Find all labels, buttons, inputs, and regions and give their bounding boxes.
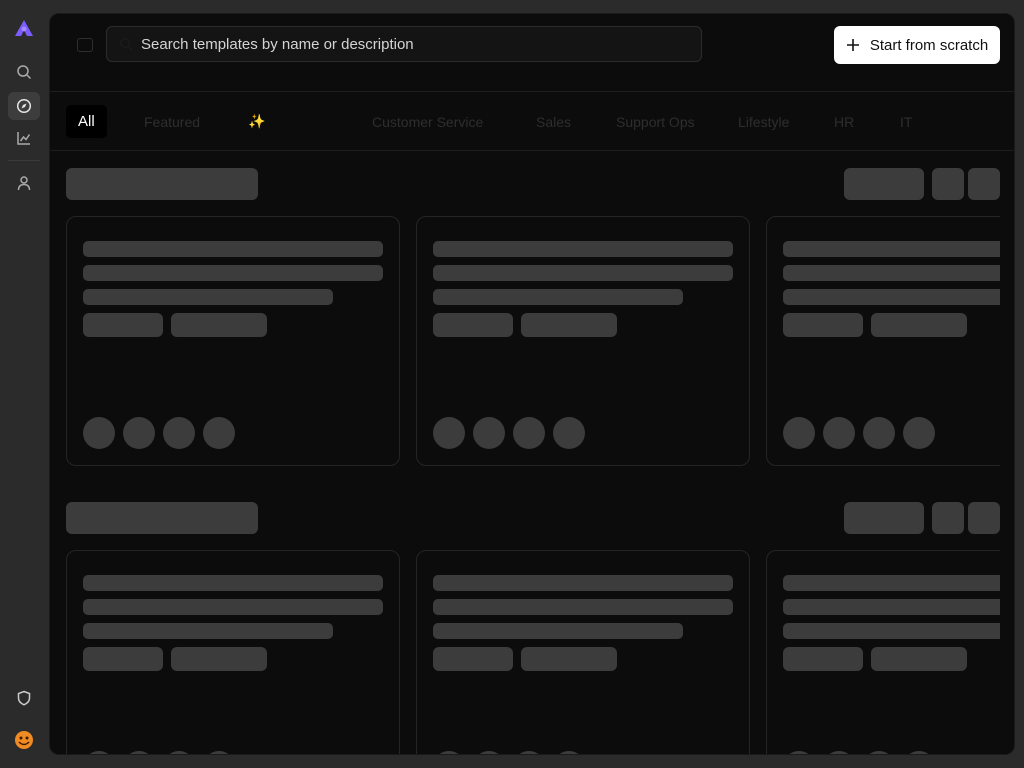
- skeleton-avatar: [203, 751, 235, 754]
- chart-icon[interactable]: [8, 124, 40, 152]
- skeleton-avatar: [203, 417, 235, 449]
- skeleton-tag: [871, 647, 967, 671]
- skeleton-avatar: [823, 751, 855, 754]
- sidebar: [0, 0, 48, 768]
- skeleton-line: [83, 623, 333, 639]
- skeleton-tag: [433, 647, 513, 671]
- skeleton-avatar: [473, 751, 505, 754]
- template-card-skeleton: [766, 550, 1000, 754]
- skeleton-line: [783, 265, 1000, 281]
- template-card-skeleton: [66, 550, 400, 754]
- avatar-icon[interactable]: [8, 726, 40, 754]
- skeleton-avatar: [163, 751, 195, 754]
- skeleton-avatar: [83, 417, 115, 449]
- skeleton-avatar: [513, 417, 545, 449]
- skeleton-line: [433, 265, 733, 281]
- template-card-skeleton: [66, 216, 400, 466]
- logo-icon[interactable]: [8, 14, 40, 42]
- sidebar-divider: [8, 160, 40, 161]
- skeleton-avatar: [903, 417, 935, 449]
- section-action-skeleton: [844, 502, 924, 534]
- skeleton-avatar: [903, 751, 935, 754]
- skeleton-line: [783, 599, 1000, 615]
- template-grid: [50, 14, 1000, 754]
- skeleton-tag: [783, 313, 863, 337]
- user-icon[interactable]: [8, 169, 40, 197]
- skeleton-line: [83, 289, 333, 305]
- skeleton-tag: [521, 647, 617, 671]
- skeleton-avatar: [783, 417, 815, 449]
- skeleton-line: [433, 241, 733, 257]
- shield-icon[interactable]: [8, 684, 40, 712]
- skeleton-avatar: [433, 751, 465, 754]
- skeleton-avatar: [473, 417, 505, 449]
- skeleton-avatar: [123, 417, 155, 449]
- skeleton-line: [83, 265, 383, 281]
- template-card-skeleton: [416, 216, 750, 466]
- skeleton-avatar: [163, 417, 195, 449]
- skeleton-line: [83, 241, 383, 257]
- skeleton-line: [83, 599, 383, 615]
- prev-button-skeleton: [932, 168, 964, 200]
- skeleton-avatar: [823, 417, 855, 449]
- next-button-skeleton: [968, 502, 1000, 534]
- skeleton-avatar: [433, 417, 465, 449]
- search-icon[interactable]: [8, 58, 40, 86]
- skeleton-avatar: [83, 751, 115, 754]
- skeleton-tag: [871, 313, 967, 337]
- section-action-skeleton: [844, 168, 924, 200]
- skeleton-avatar: [553, 417, 585, 449]
- skeleton-avatar: [553, 751, 585, 754]
- prev-button-skeleton: [932, 502, 964, 534]
- skeleton-line: [433, 623, 683, 639]
- skeleton-line: [783, 623, 1000, 639]
- skeleton-avatar: [513, 751, 545, 754]
- section-title-skeleton: [66, 168, 258, 200]
- skeleton-line: [783, 241, 1000, 257]
- skeleton-line: [433, 599, 733, 615]
- main-panel: Search templates by name or description …: [49, 13, 1015, 755]
- skeleton-tag: [83, 647, 163, 671]
- skeleton-tag: [783, 647, 863, 671]
- skeleton-tag: [521, 313, 617, 337]
- skeleton-tag: [171, 647, 267, 671]
- skeleton-avatar: [863, 751, 895, 754]
- skeleton-avatar: [863, 417, 895, 449]
- skeleton-tag: [171, 313, 267, 337]
- skeleton-tag: [433, 313, 513, 337]
- skeleton-avatar: [123, 751, 155, 754]
- skeleton-tag: [83, 313, 163, 337]
- skeleton-line: [83, 575, 383, 591]
- section-title-skeleton: [66, 502, 258, 534]
- template-card-skeleton: [416, 550, 750, 754]
- compass-icon[interactable]: [8, 92, 40, 120]
- skeleton-line: [433, 575, 733, 591]
- next-button-skeleton: [968, 168, 1000, 200]
- skeleton-line: [433, 289, 683, 305]
- template-card-skeleton: [766, 216, 1000, 466]
- skeleton-line: [783, 575, 1000, 591]
- skeleton-avatar: [783, 751, 815, 754]
- skeleton-line: [783, 289, 1000, 305]
